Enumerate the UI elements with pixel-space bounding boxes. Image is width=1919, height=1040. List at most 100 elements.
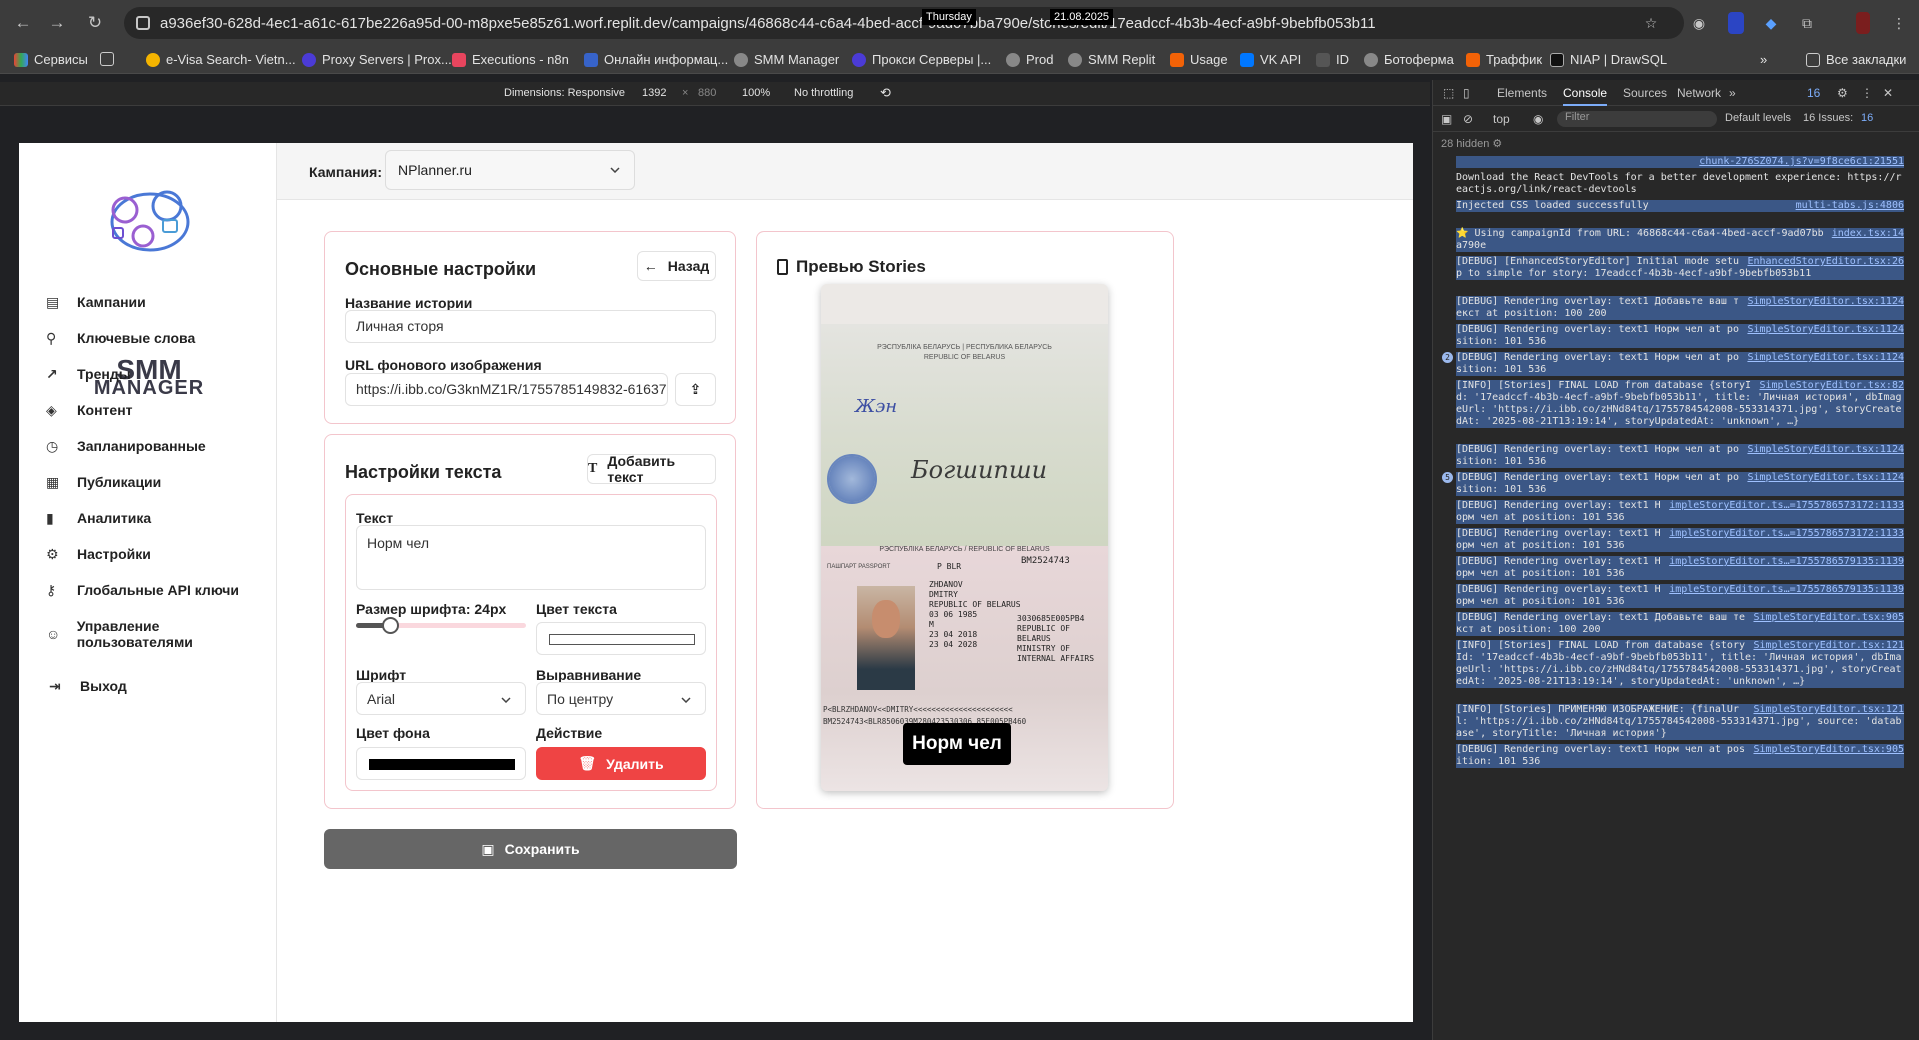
bookmark-item[interactable]: Сервисы (14, 52, 88, 67)
log-source-link[interactable]: impleStoryEditor.ts…=1755786579135:1139 (1663, 584, 1904, 596)
save-button[interactable]: ▣ Сохранить (324, 829, 737, 869)
tab-sources[interactable]: Sources (1623, 86, 1667, 100)
log-source-link[interactable]: SimpleStoryEditor.tsx:1124 (1741, 324, 1904, 336)
logout-button[interactable]: ⇥ Выход (49, 678, 127, 694)
log-source-link[interactable]: SimpleStoryEditor.tsx:1124 (1741, 296, 1904, 308)
slider-thumb[interactable] (382, 617, 399, 634)
bookmark-item[interactable]: SMM Manager (734, 52, 839, 67)
bookmark-item[interactable]: Прокси Серверы |... (852, 52, 991, 67)
bookmark-item[interactable]: Executions - n8n (452, 52, 569, 67)
font-size-slider[interactable] (356, 617, 526, 634)
sidebar-item-settings[interactable]: ⚙ Настройки (46, 546, 151, 562)
upload-button[interactable]: ⇪ (675, 373, 716, 406)
levels-select[interactable]: Default levels (1725, 112, 1791, 124)
log-source-link[interactable]: EnhancedStoryEditor.tsx:26 (1741, 256, 1904, 268)
address-bar[interactable]: a936ef30-628d-4ec1-a61c-617be226a95d-00-… (124, 7, 1684, 39)
log-source-link[interactable]: chunk-276SZ074.js?v=9f8ce6c1:21551 (1693, 156, 1904, 168)
sidebar-item-keywords[interactable]: ⚲ Ключевые слова (46, 330, 195, 346)
close-icon[interactable]: ✕ (1883, 86, 1893, 100)
more-tabs-icon[interactable]: » (1729, 86, 1736, 100)
log-source-link[interactable]: index.tsx:14 (1825, 228, 1904, 240)
extension-icon[interactable]: ◆ (1760, 12, 1782, 34)
bookmark-item[interactable]: Proxy Servers | Prox... (302, 52, 452, 67)
forward-arrow-icon[interactable]: → (46, 12, 68, 34)
issues-count[interactable]: 16 (1861, 112, 1873, 124)
tab-network[interactable]: Network (1677, 86, 1721, 100)
log-source-link[interactable]: impleStoryEditor.ts…=1755786579135:1139 (1663, 556, 1904, 568)
text-input[interactable]: Норм чел (356, 525, 706, 590)
device-toggle-icon[interactable]: ▯ (1463, 86, 1470, 100)
campaign-select[interactable]: NPlanner.ru (385, 150, 635, 190)
site-info-icon[interactable] (136, 16, 150, 30)
tab-elements[interactable]: Elements (1497, 86, 1547, 100)
sidebar-item-campaigns[interactable]: ▤ Кампании (46, 294, 146, 310)
log-source-link[interactable]: SimpleStoryEditor.tsx:121 (1747, 640, 1904, 652)
back-arrow-icon[interactable]: ← (12, 12, 34, 34)
throttle-select[interactable]: No throttling (794, 87, 853, 99)
camera-icon[interactable]: ◉ (1688, 12, 1710, 34)
gear-icon[interactable]: ⚙ (1837, 86, 1848, 100)
width-input[interactable]: 1392 (642, 87, 666, 99)
zoom-select[interactable]: 100% (742, 87, 770, 99)
log-source-link[interactable]: impleStoryEditor.ts…=1755786573172:1133 (1663, 500, 1904, 512)
log-source-link[interactable]: SimpleStoryEditor.tsx:1124 (1741, 472, 1904, 484)
extension-icon[interactable] (1728, 12, 1744, 34)
reload-icon[interactable]: ↻ (84, 12, 106, 34)
more-bookmarks-icon[interactable]: » (1760, 52, 1767, 67)
sidebar-item-api-keys[interactable]: ⚷ Глобальные API ключи (46, 582, 239, 598)
star-icon[interactable]: ☆ (1640, 12, 1662, 34)
clear-console-icon[interactable]: ⊘ (1463, 112, 1473, 126)
issues-badge[interactable]: 16 (1807, 86, 1820, 100)
delete-button[interactable]: 🗑 Удалить (536, 747, 706, 780)
text-color-picker[interactable] (536, 622, 706, 655)
sidebar-toggle-icon[interactable]: ▣ (1441, 112, 1452, 126)
sidebar-item-publications[interactable]: ▦ Публикации (46, 474, 161, 490)
bookmark-item[interactable]: Prod (1006, 52, 1053, 67)
rotate-icon[interactable]: ⟲ (880, 85, 891, 101)
log-source-link[interactable]: SimpleStoryEditor.tsx:121 (1747, 704, 1904, 716)
bookmark-item[interactable]: NIAP | DrawSQL (1550, 52, 1667, 67)
story-name-input[interactable]: Личная сторя (345, 310, 716, 343)
align-select[interactable]: По центру (536, 682, 706, 715)
log-source-link[interactable]: SimpleStoryEditor.tsx:905 (1747, 744, 1904, 756)
issues-link[interactable]: 16 Issues: (1803, 112, 1853, 124)
apps-icon[interactable] (100, 52, 114, 66)
add-text-button[interactable]: T Добавить текст (587, 453, 716, 485)
tab-console[interactable]: Console (1563, 86, 1608, 106)
sidebar-item-trends[interactable]: ↗ Тренды (46, 366, 131, 382)
kebab-menu-icon[interactable]: ⋮ (1861, 86, 1873, 100)
bg-color-picker[interactable] (356, 747, 526, 780)
eye-icon[interactable]: ◉ (1533, 112, 1543, 126)
dimensions-select[interactable]: Dimensions: Responsive (504, 87, 625, 99)
bg-url-input[interactable]: https://i.ibb.co/G3knMZ1R/1755785149832-… (345, 373, 668, 406)
back-button[interactable]: ← Назад (637, 251, 716, 281)
log-source-link[interactable]: SimpleStoryEditor.tsx:82 (1753, 380, 1904, 392)
sidebar-item-analytics[interactable]: ▮ Аналитика (46, 510, 151, 526)
log-source-link[interactable]: SimpleStoryEditor.tsx:905 (1747, 612, 1904, 624)
puzzle-icon[interactable]: ⧉ (1796, 12, 1818, 34)
bookmark-item[interactable]: VK API (1240, 52, 1301, 67)
height-input[interactable]: 880 (698, 87, 716, 99)
profile-icon[interactable] (1856, 12, 1870, 34)
log-source-link[interactable]: impleStoryEditor.ts…=1755786573172:1133 (1663, 528, 1904, 540)
bookmark-item[interactable]: Онлайн информац... (584, 52, 728, 67)
filter-input[interactable]: Filter (1557, 111, 1717, 127)
bookmark-item[interactable]: Ботоферма (1364, 52, 1454, 67)
inspect-icon[interactable]: ⬚ (1443, 86, 1454, 100)
context-select[interactable]: top (1493, 112, 1510, 126)
sidebar-item-content[interactable]: ◈ Контент (46, 402, 133, 418)
bookmark-item[interactable]: Usage (1170, 52, 1228, 67)
bookmark-item[interactable]: e-Visa Search- Vietn... (146, 52, 296, 67)
log-source-link[interactable]: multi-tabs.js:4806 (1789, 200, 1904, 212)
bookmark-item[interactable]: SMM Replit (1068, 52, 1155, 67)
all-bookmarks[interactable]: Все закладки (1806, 52, 1906, 67)
story-text-overlay[interactable]: Норм чел (903, 723, 1011, 765)
font-select[interactable]: Arial (356, 682, 526, 715)
bookmark-item[interactable]: Траффик (1466, 52, 1542, 67)
menu-icon[interactable]: ⋮ (1888, 12, 1910, 34)
sidebar-item-scheduled[interactable]: ◷ Запланированные (46, 438, 206, 454)
sidebar-item-user-management[interactable]: ☺ Управление пользователями (46, 618, 276, 650)
log-source-link[interactable]: SimpleStoryEditor.tsx:1124 (1741, 444, 1904, 456)
log-source-link[interactable]: SimpleStoryEditor.tsx:1124 (1741, 352, 1904, 364)
bookmark-item[interactable]: ID (1316, 52, 1349, 67)
